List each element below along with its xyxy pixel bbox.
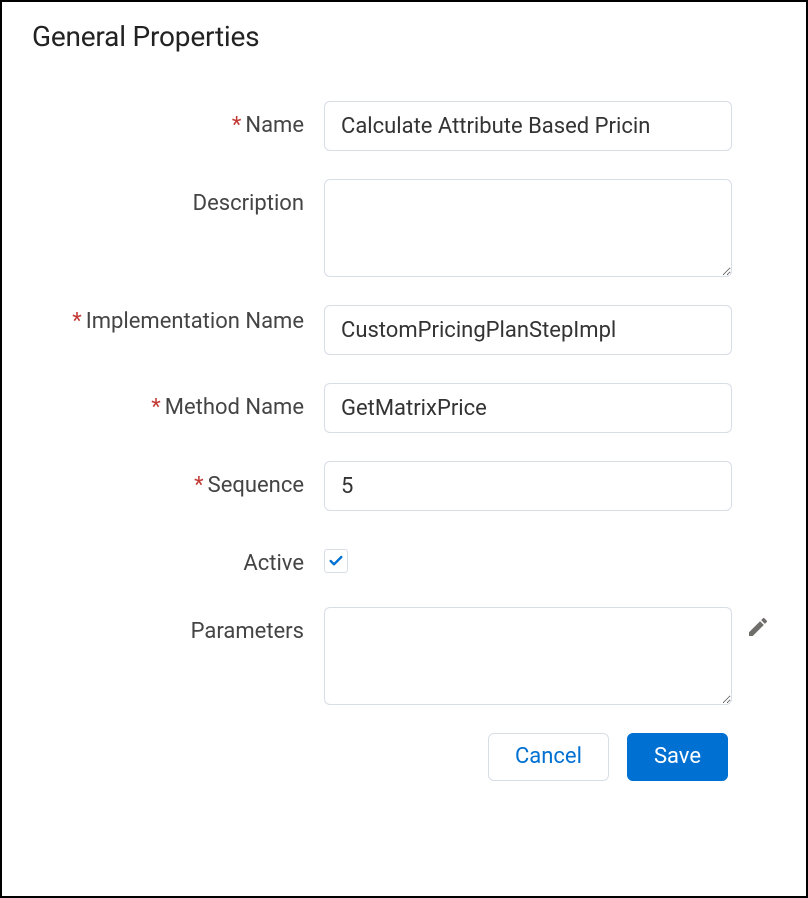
field-active: Active <box>32 539 776 579</box>
cancel-button[interactable]: Cancel <box>488 733 609 781</box>
required-marker: * <box>72 309 81 334</box>
active-label: Active <box>32 539 324 579</box>
parameters-label: Parameters <box>32 607 324 647</box>
description-label: Description <box>32 179 324 219</box>
required-marker: * <box>194 473 203 498</box>
name-label: *Name <box>32 101 324 141</box>
method-name-label: *Method Name <box>32 383 324 423</box>
field-sequence: *Sequence <box>32 461 776 511</box>
general-properties-panel: General Properties *Name Description *Im… <box>0 0 808 898</box>
method-name-input[interactable] <box>324 383 732 433</box>
implementation-name-label: *Implementation Name <box>32 305 324 337</box>
field-method-name: *Method Name <box>32 383 776 433</box>
sequence-label: *Sequence <box>32 461 324 501</box>
field-implementation-name: *Implementation Name <box>32 305 776 355</box>
check-icon <box>328 553 344 569</box>
description-input[interactable] <box>324 179 732 277</box>
name-input[interactable] <box>324 101 732 151</box>
button-row: Cancel Save <box>32 733 776 781</box>
field-description: Description <box>32 179 776 277</box>
save-button[interactable]: Save <box>627 733 728 781</box>
parameters-input[interactable] <box>324 607 732 705</box>
field-name: *Name <box>32 101 776 151</box>
sequence-input[interactable] <box>324 461 732 511</box>
required-marker: * <box>151 395 160 420</box>
required-marker: * <box>232 113 241 138</box>
edit-parameters-button[interactable] <box>746 615 770 639</box>
pencil-icon <box>746 615 770 639</box>
implementation-name-input[interactable] <box>324 305 732 355</box>
panel-title: General Properties <box>32 20 776 53</box>
active-checkbox[interactable] <box>324 549 348 573</box>
field-parameters: Parameters <box>32 607 776 705</box>
